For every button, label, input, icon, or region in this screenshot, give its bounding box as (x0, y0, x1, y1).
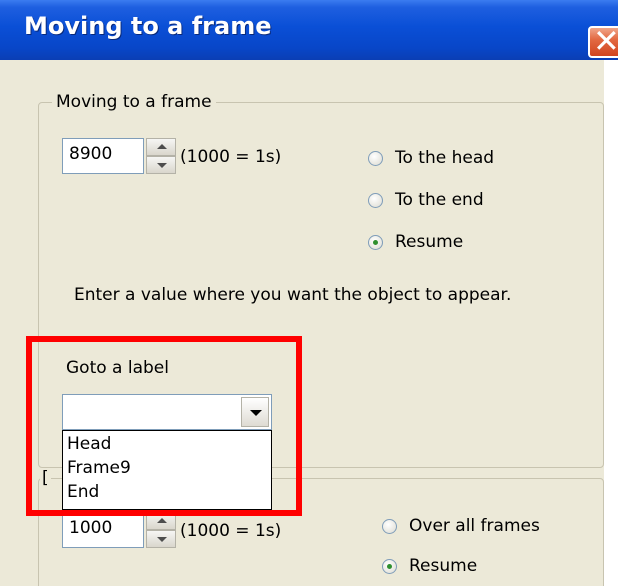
help-text: Enter a value where you want the object … (74, 285, 512, 305)
radio-label: To the head (395, 148, 495, 168)
radio-circle-icon[interactable] (382, 518, 397, 534)
radio-label: To the end (395, 190, 484, 210)
radio-to-the-head[interactable]: To the head (368, 146, 494, 170)
window-edge (604, 60, 618, 586)
radio-resume[interactable]: Resume (368, 230, 463, 254)
arrow-down-icon (157, 537, 167, 542)
radio-circle-icon[interactable] (368, 192, 383, 208)
moving-to-frame-legend: Moving to a frame (52, 92, 216, 112)
radio-checked-icon[interactable] (382, 558, 397, 574)
radio-label: Resume (409, 556, 478, 576)
duration-value-spinner[interactable] (146, 512, 176, 548)
radio-circle-icon[interactable] (368, 150, 383, 166)
dialog-window: Moving to a frame ✕ Moving to a frame 89… (0, 0, 618, 586)
radio-label: Over all frames (409, 516, 540, 536)
arrow-up-icon (157, 518, 167, 523)
title-bar[interactable]: Moving to a frame ✕ (0, 0, 618, 60)
window-title: Moving to a frame (24, 12, 272, 40)
close-button[interactable]: ✕ (588, 22, 618, 60)
radio-checked-icon[interactable] (368, 234, 383, 250)
spin-down-button[interactable] (146, 530, 176, 548)
frame-unit-hint: (1000 = 1s) (180, 147, 282, 167)
radio-to-the-end[interactable]: To the end (368, 188, 484, 212)
annotation-highlight-box (26, 336, 302, 516)
spin-down-button[interactable] (146, 156, 176, 174)
spin-up-button[interactable] (146, 138, 176, 156)
radio-over-all-frames[interactable]: Over all frames (382, 514, 540, 538)
radio-label: Resume (395, 232, 464, 252)
frame-value-input[interactable]: 8900 (62, 138, 144, 174)
arrow-down-icon (157, 163, 167, 168)
radio-resume-2[interactable]: Resume (382, 554, 477, 578)
duration-unit-hint: (1000 = 1s) (180, 521, 282, 541)
arrow-up-icon (157, 144, 167, 149)
duration-value-input[interactable]: 1000 (62, 512, 144, 548)
close-icon: ✕ (593, 22, 618, 60)
frame-value-spinner[interactable] (146, 138, 176, 174)
